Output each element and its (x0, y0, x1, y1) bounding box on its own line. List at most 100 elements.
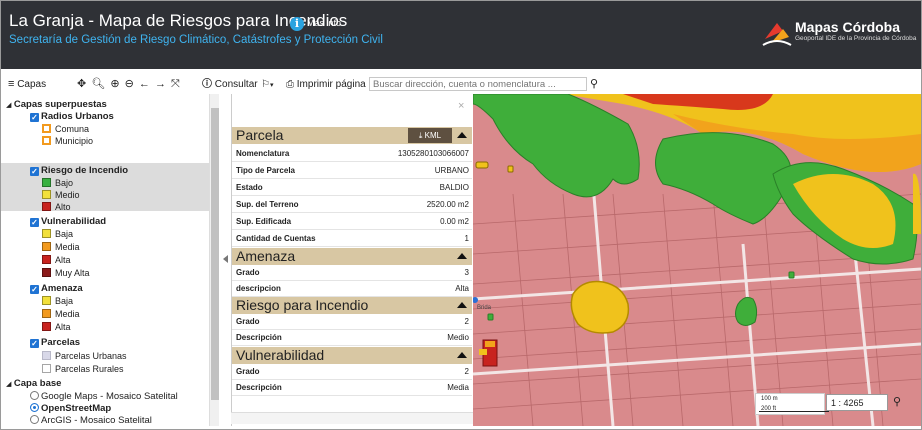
section-title: Riesgo para Incendio (236, 297, 369, 313)
map-canvas[interactable]: Brida (473, 94, 921, 426)
legend-item-comuna: Comuna (1, 123, 209, 135)
close-icon[interactable]: × (458, 100, 464, 112)
layer-amenaza[interactable]: ✓ Amenaza (1, 282, 209, 294)
layer-vulnerabilidad[interactable]: ✓ Vulnerabilidad (1, 215, 209, 227)
risk-area-medio (570, 280, 630, 334)
collapse-caret-icon[interactable] (457, 132, 467, 138)
section-title: Amenaza (236, 248, 296, 264)
layers-panel: ◢ Capas superpuestas ✓ Radios Urbanos Com… (1, 94, 209, 426)
basemap-arcgis[interactable]: ArcGIS - Mosaico Satelital (1, 414, 209, 426)
section-header-amenaza[interactable]: Amenaza (232, 248, 472, 265)
map-view[interactable]: Brida 100 m 200 ft 1 : 4265 ⚲ (473, 94, 921, 426)
legend-label: Baja (55, 229, 74, 239)
scale-bar: 100 m 200 ft (755, 393, 829, 415)
legend-swatch (42, 296, 51, 305)
layer-label: Riesgo de Incendio (41, 165, 129, 176)
basemap-osm[interactable]: OpenStreetMap (1, 402, 209, 414)
layer-label: Vulnerabilidad (41, 216, 107, 227)
layer-group-label: Capas superpuestas (13, 99, 107, 110)
checkbox-checked-icon[interactable]: ✓ (30, 113, 39, 122)
scale-ratio-input[interactable]: 1 : 4265 (826, 394, 888, 411)
legend-item-muy-alta: Muy Alta (1, 267, 209, 279)
legend-item-amenaza-alta: Alta (1, 321, 209, 333)
info-row: Grado 3 (232, 265, 472, 281)
pan-icon[interactable]: ✥ (77, 78, 87, 90)
info-horizontal-scrollbar[interactable] (231, 412, 473, 424)
forward-arrow-icon[interactable]: → (155, 78, 167, 90)
checkbox-checked-icon[interactable]: ✓ (30, 339, 39, 348)
layer-radios-urbanos[interactable]: ✓ Radios Urbanos (1, 110, 209, 122)
more-info-link[interactable]: Más info (307, 18, 341, 28)
layer-riesgo-incendio[interactable]: ✓ Riesgo de Incendio (1, 164, 209, 176)
zoom-out-icon[interactable]: ⊖ (125, 78, 135, 90)
basemap-label: ArcGIS - Mosaico Satelital (41, 415, 152, 426)
info-key: descripcion (236, 284, 281, 293)
radio-icon[interactable] (30, 415, 39, 424)
section-header-parcela[interactable]: Parcela ⤓ KML (232, 127, 472, 144)
info-row: Grado 2 (232, 314, 472, 330)
layer-group-base[interactable]: ◢ Capa base (1, 377, 209, 389)
scrollbar-thumb[interactable] (211, 108, 219, 400)
legend-item-parcelas-rurales: Parcelas Rurales (1, 363, 209, 375)
legend-swatch (42, 242, 51, 251)
basemap-google[interactable]: Google Maps - Mosaico Satelital (1, 390, 209, 402)
brand-logo-icon (762, 23, 792, 46)
brand-name: Mapas Córdoba (795, 19, 901, 35)
info-panel: × Parcela ⤓ KML Nomenclatura 130528010306… (231, 94, 473, 426)
collapse-caret-icon[interactable] (457, 302, 467, 308)
legend-label: Parcelas Rurales (55, 364, 124, 374)
risk-area-medio (913, 173, 921, 234)
legend-label: Baja (55, 296, 74, 306)
zoom-box-icon[interactable]: 🔍︎ (91, 78, 106, 90)
radio-selected-icon[interactable] (30, 403, 39, 412)
back-arrow-icon[interactable]: ← (139, 78, 151, 90)
layers-toggle-button[interactable]: ≡ Capas (8, 77, 46, 92)
full-extent-icon[interactable]: ⤧ (171, 78, 181, 90)
checkbox-checked-icon[interactable]: ✓ (30, 285, 39, 294)
collapse-caret-icon[interactable] (457, 253, 467, 259)
info-value: 0.00 m2 (440, 217, 469, 226)
info-value: 3 (464, 268, 469, 277)
legend-item-medio: Medio (1, 189, 209, 201)
info-value: URBANO (434, 166, 469, 175)
print-button[interactable]: ⎙ Imprimir página (286, 77, 366, 92)
info-circle-icon: ⓘ (202, 79, 212, 90)
app-header: La Granja - Mapa de Riesgos para Incendi… (1, 1, 921, 69)
basemap-label: Google Maps - Mosaico Satelital (41, 391, 178, 402)
search-input[interactable] (369, 77, 587, 91)
layer-parcelas[interactable]: ✓ Parcelas (1, 336, 209, 348)
legend-swatch (42, 322, 51, 331)
legend-label: Alta (55, 322, 71, 332)
info-row: Tipo de Parcela URBANO (232, 163, 472, 179)
info-row: descripcion Alta (232, 281, 472, 297)
collapse-caret-icon[interactable] (457, 352, 467, 358)
section-header-vulnerabilidad[interactable]: Vulnerabilidad (232, 347, 472, 364)
checkbox-checked-icon[interactable]: ✓ (30, 167, 39, 176)
header-spacer (1, 69, 921, 77)
search-icon[interactable]: ⚲ (590, 77, 598, 90)
kml-download-button[interactable]: ⤓ KML (408, 128, 452, 143)
draw-dropdown-button[interactable]: ⚐▾ (261, 77, 273, 92)
radio-icon[interactable] (30, 391, 39, 400)
checkbox-checked-icon[interactable]: ✓ (30, 218, 39, 227)
legend-item-parcelas-urbanas: Parcelas Urbanas (1, 350, 209, 362)
legend-item-alta: Alta (1, 254, 209, 266)
brand-tagline: Geoportal IDE de la Provincia de Córdoba (795, 35, 917, 42)
legend-label: Alto (55, 202, 71, 212)
info-icon[interactable]: i (290, 17, 304, 31)
chevron-down-icon: ▾ (269, 82, 274, 89)
info-key: Estado (236, 183, 263, 192)
search-icon[interactable]: ⚲ (893, 395, 901, 408)
info-row: Sup. Edificada 0.00 m2 (232, 214, 472, 230)
collapse-panel-arrow-icon[interactable] (223, 255, 228, 263)
legend-swatch (42, 364, 51, 373)
legend-item-alto: Alto (1, 201, 209, 213)
layers-scrollbar[interactable] (209, 94, 219, 426)
legend-swatch (42, 229, 51, 238)
zoom-in-icon[interactable]: ⊕ (110, 78, 120, 90)
legend-swatch (42, 351, 51, 360)
printer-icon: ⎙ (286, 79, 294, 90)
layer-group-overlays[interactable]: ◢ Capas superpuestas (1, 98, 209, 110)
consultar-button[interactable]: ⓘ Consultar (202, 77, 258, 92)
section-header-riesgo[interactable]: Riesgo para Incendio (232, 297, 472, 314)
